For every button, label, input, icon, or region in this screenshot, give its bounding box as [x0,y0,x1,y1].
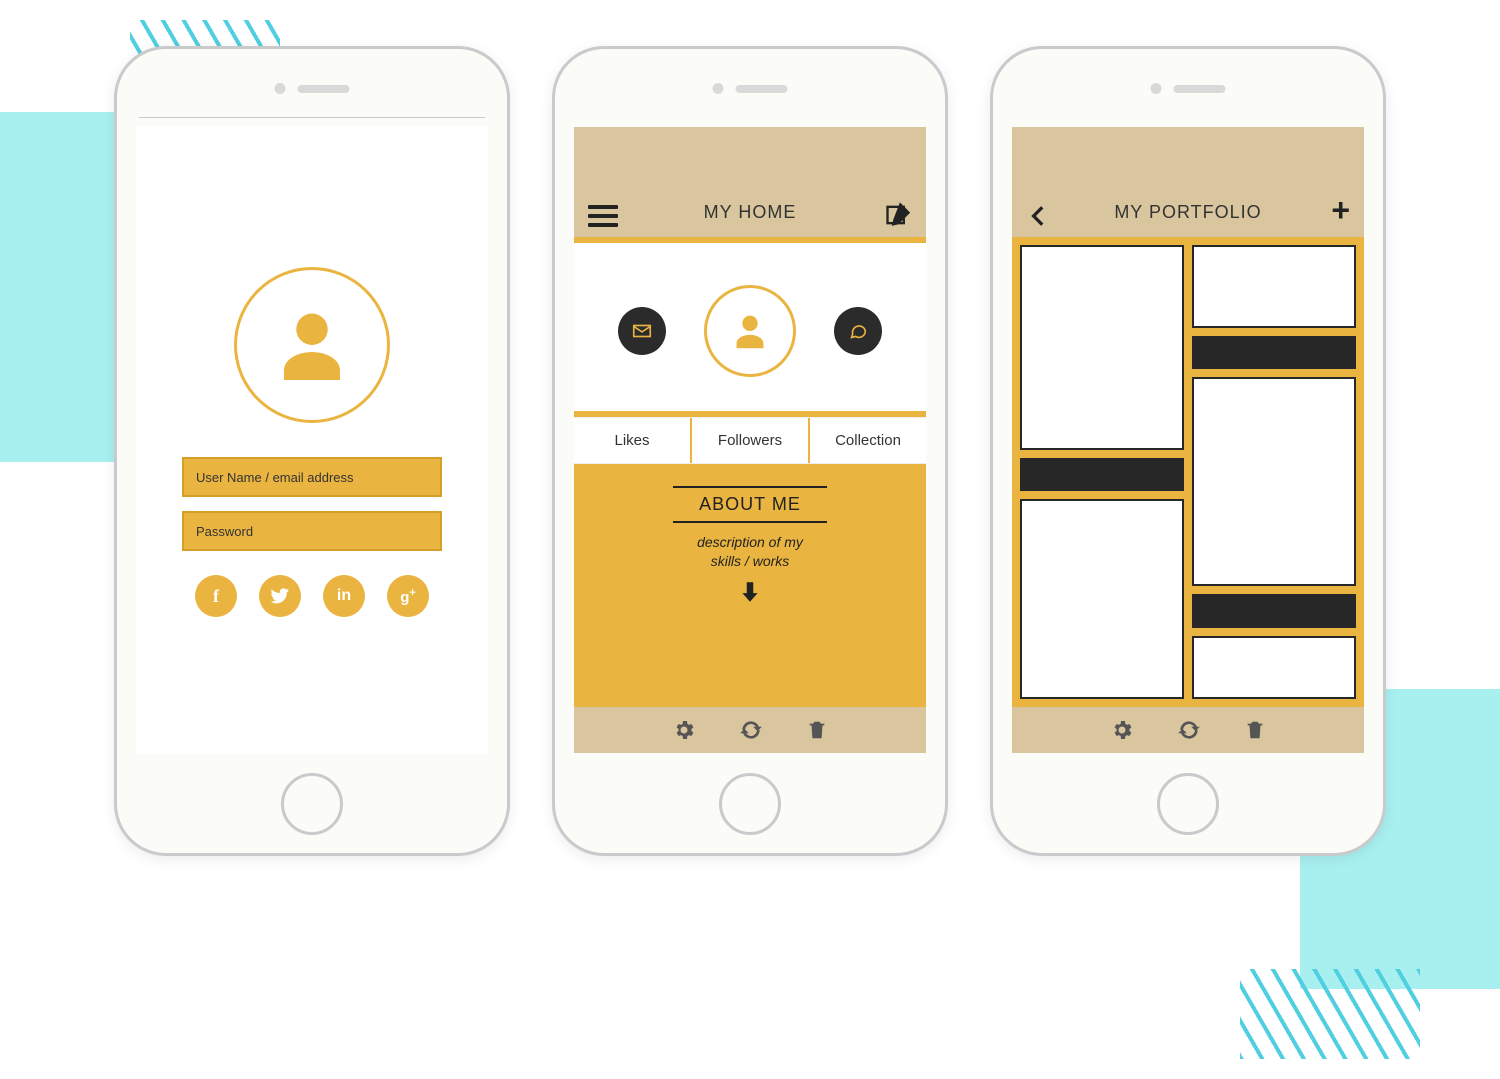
phone-speaker [713,83,788,94]
mail-icon[interactable] [618,307,666,355]
phone-portfolio: MY PORTFOLIO + [990,46,1386,856]
portfolio-navbar: MY PORTFOLIO + [1012,127,1364,237]
home-navbar: MY HOME [574,127,926,237]
refresh-icon[interactable] [1176,717,1202,743]
tab-likes[interactable]: Likes [574,418,690,463]
facebook-icon[interactable]: f [195,575,237,617]
gear-icon[interactable] [672,718,696,742]
google-plus-icon[interactable]: g+ [387,575,429,617]
login-avatar [234,267,390,423]
portfolio-screen: MY PORTFOLIO + [1012,127,1364,753]
login-screen: f in g+ [136,127,488,753]
bottom-toolbar [574,707,926,753]
gallery-column [1192,245,1356,699]
home-avatar[interactable] [704,285,796,377]
person-icon [270,303,354,387]
gallery-column [1020,245,1184,699]
portfolio-card[interactable] [1020,499,1184,699]
phone-home: MY HOME Likes Followers Coll [552,46,948,856]
trash-icon[interactable] [806,718,828,742]
trash-icon[interactable] [1244,718,1266,742]
phone-speaker [275,83,350,94]
phone-home-button[interactable] [719,773,781,835]
username-input[interactable] [182,457,442,497]
about-description: description of my skills / works [697,533,803,571]
portfolio-card[interactable] [1192,245,1356,328]
portfolio-card[interactable] [1192,377,1356,586]
portfolio-card-bar[interactable] [1020,458,1184,490]
tab-followers[interactable]: Followers [690,418,808,463]
password-input[interactable] [182,511,442,551]
social-row: f in g+ [136,575,488,617]
refresh-icon[interactable] [738,717,764,743]
portfolio-card-bar[interactable] [1192,336,1356,369]
phone-speaker [1151,83,1226,94]
home-hero [574,243,926,411]
phone-topline [139,117,485,118]
chat-icon[interactable] [834,307,882,355]
portfolio-gallery [1012,237,1364,707]
phone-home-button[interactable] [281,773,343,835]
edit-icon[interactable] [884,201,912,229]
home-screen: MY HOME Likes Followers Coll [574,127,926,753]
linkedin-icon[interactable]: in [323,575,365,617]
bottom-toolbar [1012,707,1364,753]
page-title: MY PORTFOLIO [1012,202,1364,223]
portfolio-card[interactable] [1020,245,1184,450]
phone-home-button[interactable] [1157,773,1219,835]
about-section: ABOUT ME description of my skills / work… [574,464,926,707]
arrow-down-icon[interactable] [737,577,763,607]
page-title: MY HOME [574,202,926,223]
decor-hatch [1240,969,1420,1059]
portfolio-card[interactable] [1192,636,1356,699]
plus-icon[interactable]: + [1331,192,1350,229]
gear-icon[interactable] [1110,718,1134,742]
portfolio-card-bar[interactable] [1192,594,1356,627]
home-tabs: Likes Followers Collection [574,417,926,464]
twitter-icon[interactable] [259,575,301,617]
tab-collection[interactable]: Collection [808,418,926,463]
about-heading: ABOUT ME [673,486,827,523]
phone-login: f in g+ [114,46,510,856]
